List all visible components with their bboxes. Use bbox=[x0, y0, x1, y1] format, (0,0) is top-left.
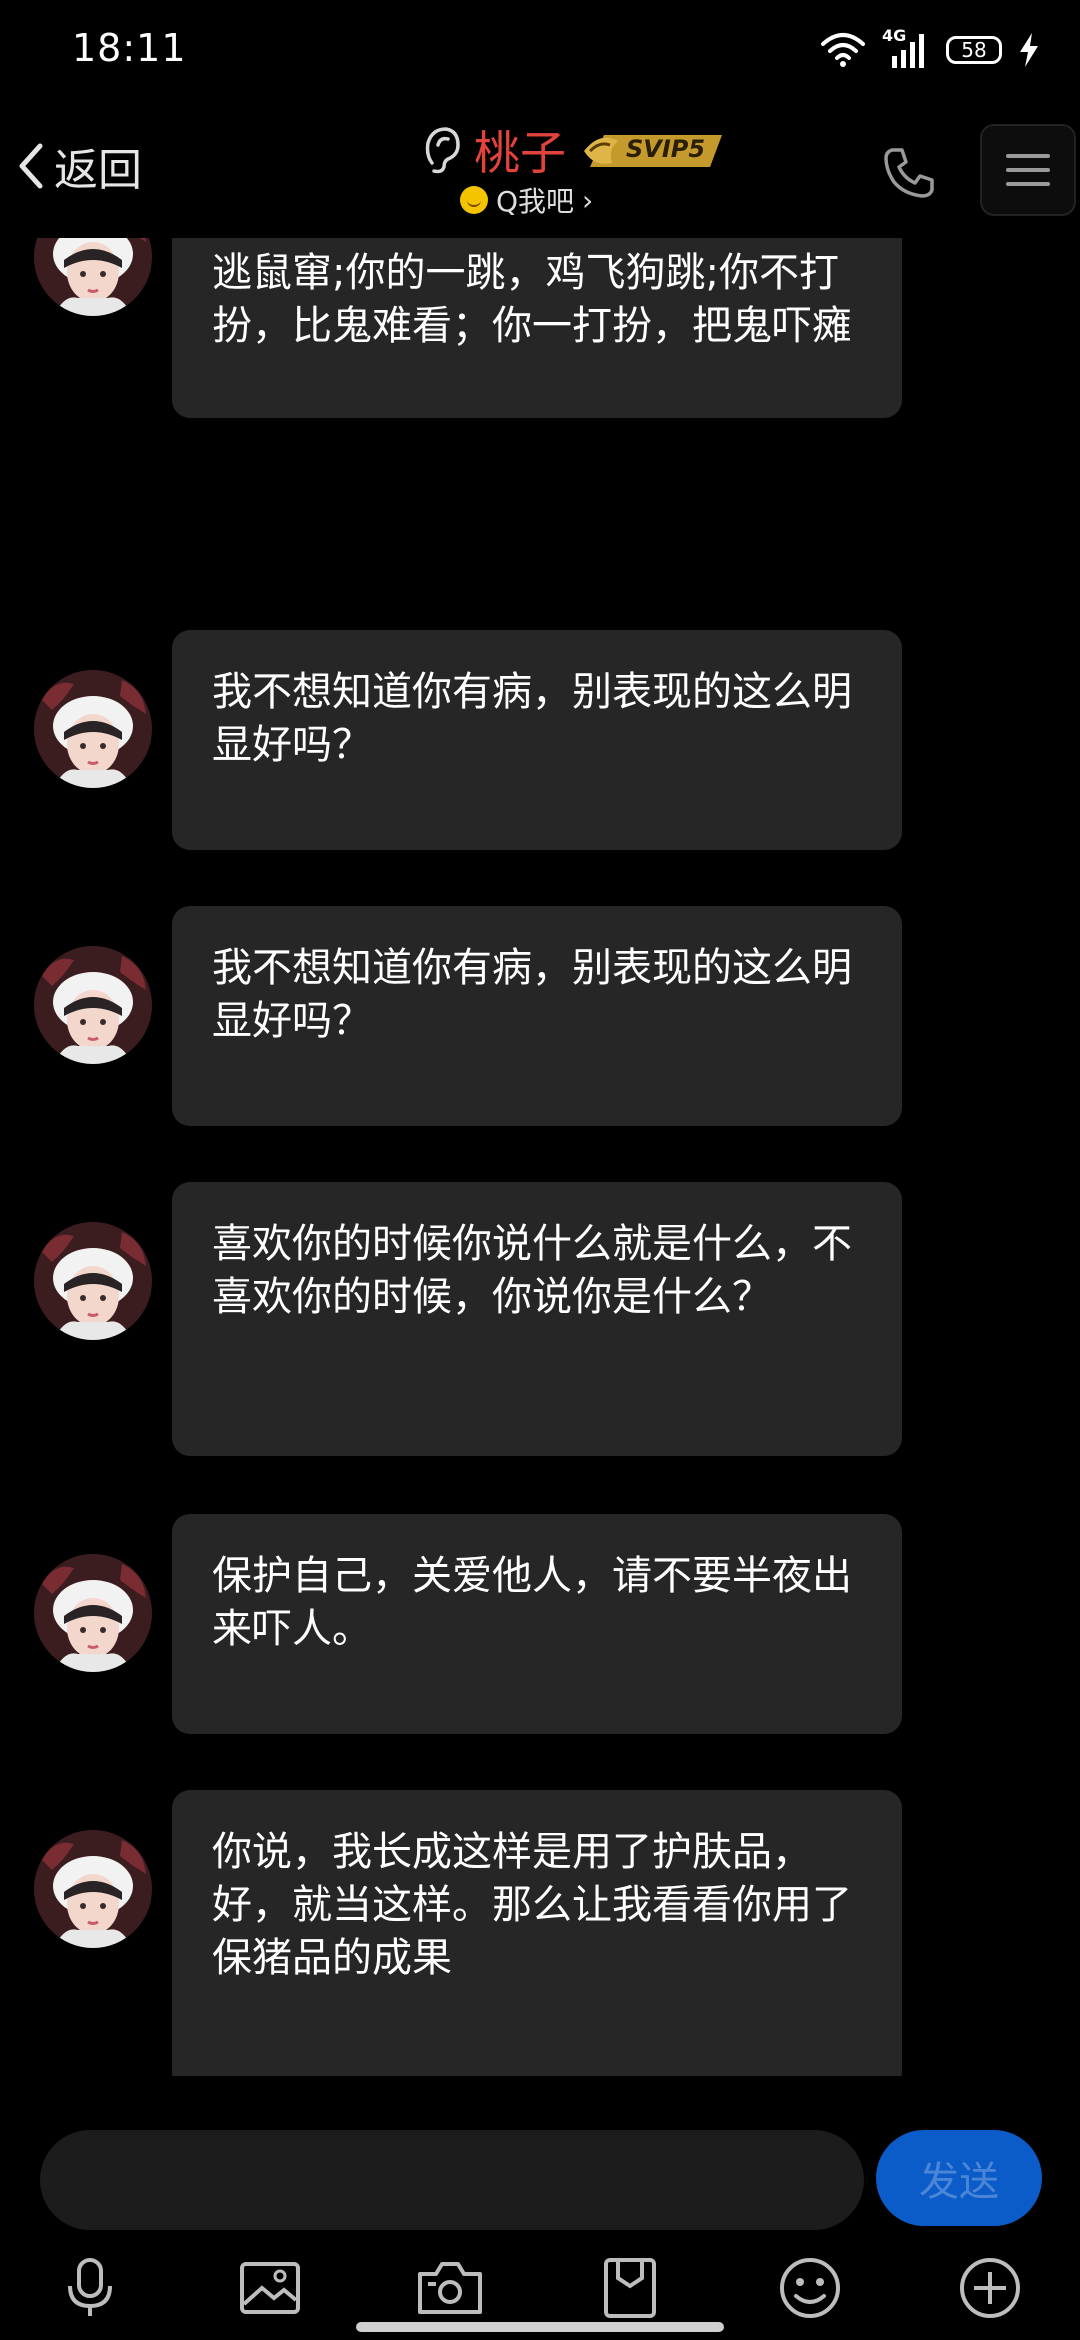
composer: 发送 bbox=[0, 2120, 1080, 2240]
message-bubble[interactable]: 你说，我长成这样是用了护肤品，好，就当这样。那么让我看看你用了保猪品的成果 bbox=[172, 1790, 902, 2076]
battery-icon: 58 bbox=[946, 36, 1002, 64]
back-button[interactable]: 返回 bbox=[14, 136, 142, 196]
image-button[interactable] bbox=[234, 2252, 306, 2324]
status-icons: 4G 58 bbox=[820, 26, 1040, 70]
back-chevron-icon bbox=[19, 143, 43, 189]
avatar[interactable] bbox=[34, 1554, 152, 1672]
message-input[interactable] bbox=[40, 2130, 864, 2230]
menu-icon bbox=[1006, 154, 1050, 186]
chevron-right-icon: › bbox=[582, 183, 594, 217]
microphone-button[interactable] bbox=[54, 2252, 126, 2324]
message-bubble[interactable]: 我不想知道你有病，别表现的这么明显好吗？ bbox=[172, 906, 902, 1126]
subtitle-text: Q我吧 bbox=[496, 185, 575, 218]
message-bubble[interactable]: 我不想知道你有病，别表现的这么明显好吗？ bbox=[172, 630, 902, 850]
ear-icon bbox=[425, 127, 460, 174]
camera-icon bbox=[418, 2262, 482, 2314]
contact-subtitle[interactable]: Q我吧 › bbox=[460, 180, 593, 220]
avatar[interactable] bbox=[34, 238, 152, 316]
avatar[interactable] bbox=[34, 1222, 152, 1340]
cellular-signal-icon: 4G bbox=[882, 26, 930, 70]
plus-button[interactable] bbox=[954, 2252, 1026, 2324]
phone-icon bbox=[884, 148, 934, 198]
message-bubble[interactable]: 保护自己，关爱他人，请不要半夜出来吓人。 bbox=[172, 1514, 902, 1734]
camera-button[interactable] bbox=[414, 2252, 486, 2324]
svip-badge: SVIP5 bbox=[582, 127, 728, 173]
file-button[interactable] bbox=[594, 2252, 666, 2324]
emoji-icon bbox=[780, 2258, 840, 2318]
plus-icon bbox=[960, 2258, 1020, 2318]
menu-button[interactable] bbox=[980, 124, 1076, 216]
avatar[interactable] bbox=[34, 1830, 152, 1948]
emoji-button[interactable] bbox=[774, 2252, 846, 2324]
image-icon bbox=[240, 2262, 300, 2314]
chat-header: 返回 桃子 SVIP5 Q我吧 › bbox=[0, 100, 1080, 240]
contact-title[interactable]: 桃子 SVIP5 bbox=[420, 120, 728, 180]
contact-name: 桃子 bbox=[474, 126, 566, 180]
smile-icon bbox=[460, 186, 488, 214]
message-list[interactable]: 你的一笑，狼都上吊：你的一叹，猫逃鼠窜;你的一跳，鸡飞狗跳;你不打扮，比鬼难看；… bbox=[0, 238, 1080, 2076]
home-indicator[interactable] bbox=[356, 2322, 724, 2332]
status-bar: 18:11 4G 58 bbox=[0, 0, 1080, 96]
file-icon bbox=[604, 2258, 656, 2318]
send-button[interactable]: 发送 bbox=[876, 2130, 1042, 2226]
message-bubble[interactable]: 你的一笑，狼都上吊：你的一叹，猫逃鼠窜;你的一跳，鸡飞狗跳;你不打扮，比鬼难看；… bbox=[172, 238, 902, 418]
charging-bolt-icon bbox=[1020, 33, 1038, 67]
battery-level: 58 bbox=[961, 38, 987, 62]
svip-label: SVIP5 bbox=[626, 135, 706, 163]
chat-screen: 18:11 4G 58 返回 桃子 SVIP5 Q我吧 › 逃鼠窜;你的一跳，鸡… bbox=[0, 0, 1080, 2340]
status-time: 18:11 bbox=[72, 26, 187, 70]
back-label: 返回 bbox=[54, 145, 142, 196]
phone-button[interactable] bbox=[882, 144, 938, 200]
wifi-icon bbox=[821, 33, 865, 67]
avatar[interactable] bbox=[34, 946, 152, 1064]
message-bubble[interactable]: 喜欢你的时候你说什么就是什么，不喜欢你的时候，你说你是什么？ bbox=[172, 1182, 902, 1456]
avatar[interactable] bbox=[34, 670, 152, 788]
microphone-icon bbox=[68, 2258, 112, 2316]
